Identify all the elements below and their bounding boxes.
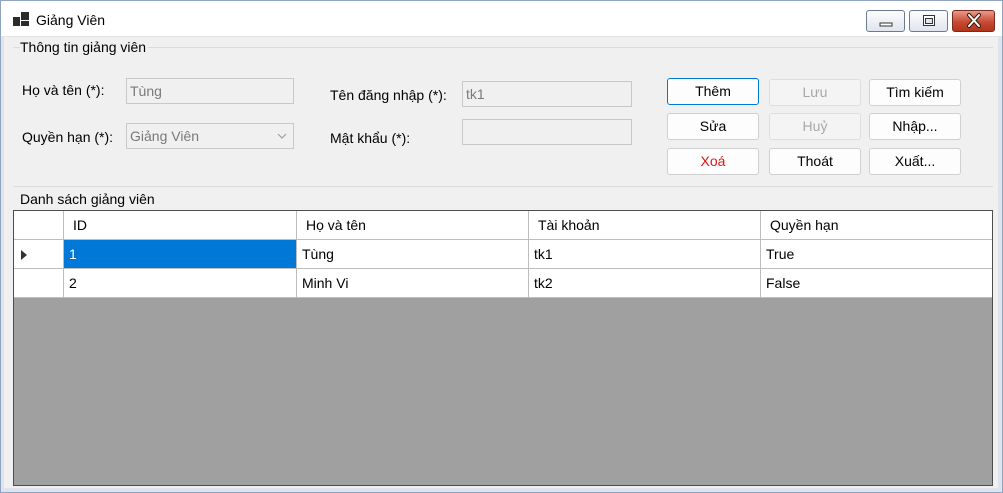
- fullname-field[interactable]: Tùng: [126, 78, 294, 104]
- cancel-button[interactable]: Huỷ: [769, 113, 861, 140]
- fullname-label: Họ và tên (*):: [22, 82, 105, 98]
- username-label: Tên đăng nhập (*):: [330, 87, 447, 103]
- list-group-title: Danh sách giảng viên: [20, 191, 157, 207]
- window-title: Giảng Viên: [36, 12, 106, 28]
- search-button[interactable]: Tìm kiếm: [869, 79, 961, 106]
- table-header-row: ID Họ và tên Tài khoản Quyền hạn: [14, 211, 992, 240]
- import-button[interactable]: Nhập...: [869, 113, 961, 140]
- window-frame-bottom: [1, 488, 1002, 492]
- column-header-account[interactable]: Tài khoản: [529, 211, 761, 240]
- current-row-icon: [21, 250, 27, 260]
- window-frame-right: [998, 37, 1002, 492]
- table-cell-id[interactable]: 1: [64, 240, 297, 269]
- table-cell-id[interactable]: 2: [64, 269, 297, 298]
- close-button[interactable]: [952, 10, 995, 32]
- password-label: Mật khẩu (*):: [330, 130, 411, 146]
- close-icon: [966, 13, 981, 28]
- edit-button[interactable]: Sửa: [667, 113, 759, 140]
- maximize-button[interactable]: [909, 10, 948, 32]
- password-field[interactable]: [462, 119, 632, 145]
- window: Giảng Viên Thông tin giảng viên Họ và tê…: [0, 0, 1003, 493]
- add-button[interactable]: Thêm: [667, 78, 759, 105]
- title-bar[interactable]: Giảng Viên: [1, 1, 1002, 37]
- table-cell-account[interactable]: tk2: [529, 269, 761, 298]
- role-label: Quyền hạn (*):: [22, 129, 114, 145]
- window-frame-left: [1, 37, 4, 492]
- info-group-border: [13, 47, 993, 48]
- delete-button[interactable]: Xoá: [667, 148, 759, 175]
- column-header-id[interactable]: ID: [64, 211, 297, 240]
- table-cell-fullname[interactable]: Minh Vi: [297, 269, 529, 298]
- table-row[interactable]: 2 Minh Vi tk2 False: [14, 269, 992, 298]
- column-header-fullname[interactable]: Họ và tên: [297, 211, 529, 240]
- role-select[interactable]: Giảng Viên: [126, 123, 294, 149]
- maximize-icon: [922, 15, 935, 26]
- table-cell-role[interactable]: True: [761, 240, 992, 269]
- row-header[interactable]: [14, 269, 64, 298]
- info-group-title: Thông tin giảng viên: [20, 39, 149, 55]
- row-header[interactable]: [14, 240, 64, 269]
- table-cell-fullname[interactable]: Tùng: [297, 240, 529, 269]
- save-button[interactable]: Lưu: [769, 79, 861, 106]
- minimize-icon: [879, 22, 892, 27]
- row-header-corner: [14, 211, 64, 240]
- table-row[interactable]: 1 Tùng tk1 True: [14, 240, 992, 269]
- username-value: tk1: [466, 86, 485, 102]
- table-cell-role[interactable]: False: [761, 269, 992, 298]
- table-cell-account[interactable]: tk1: [529, 240, 761, 269]
- chevron-down-icon: [277, 133, 287, 139]
- export-button[interactable]: Xuất...: [869, 148, 961, 175]
- fullname-value: Tùng: [130, 83, 162, 99]
- column-header-role[interactable]: Quyền hạn: [761, 211, 992, 240]
- exit-button[interactable]: Thoát: [769, 148, 861, 175]
- lecturer-table[interactable]: ID Họ và tên Tài khoản Quyền hạn 1 Tùng …: [13, 210, 993, 486]
- minimize-button[interactable]: [866, 10, 905, 32]
- username-field[interactable]: tk1: [462, 81, 632, 107]
- role-value: Giảng Viên: [130, 128, 200, 144]
- list-group-border: [13, 186, 993, 187]
- app-icon: [13, 12, 29, 26]
